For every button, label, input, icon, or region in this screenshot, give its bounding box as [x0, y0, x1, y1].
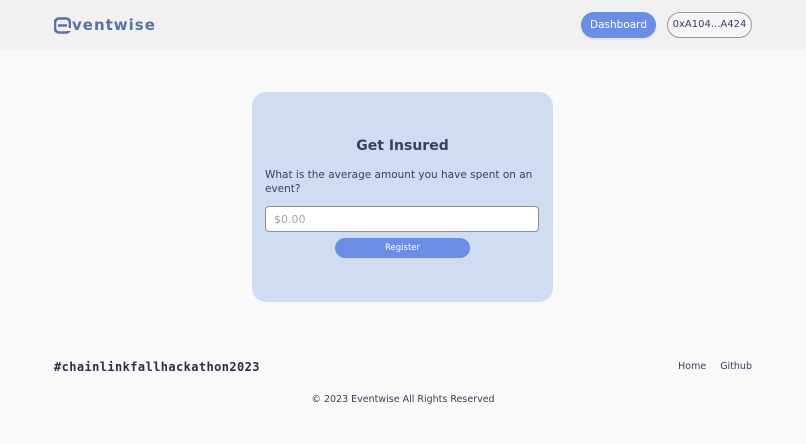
hackathon-hashtag: #chainlinkfallhackathon2023 — [54, 360, 260, 374]
eventwise-logo[interactable]: ventwise — [54, 15, 156, 35]
copyright-text: © 2023 Eventwise All Rights Reserved — [311, 394, 495, 405]
dashboard-button[interactable]: Dashboard — [581, 12, 656, 38]
top-navbar: ventwise Dashboard 0xA104...A424 — [0, 0, 806, 50]
amount-input[interactable] — [265, 206, 539, 232]
eventwise-e-logo-icon — [54, 16, 71, 34]
footer-link-home[interactable]: Home — [678, 360, 706, 374]
get-insured-card: Get Insured What is the average amount y… — [252, 92, 553, 302]
logo-text: ventwise — [72, 16, 156, 34]
footer-link-github[interactable]: Github — [720, 360, 752, 374]
footer-links: Home Github — [678, 360, 752, 374]
wallet-address-button[interactable]: 0xA104...A424 — [667, 12, 752, 38]
card-title: Get Insured — [356, 138, 449, 154]
amount-question-label: What is the average amount you have spen… — [265, 169, 533, 195]
register-button[interactable]: Register — [335, 238, 470, 258]
